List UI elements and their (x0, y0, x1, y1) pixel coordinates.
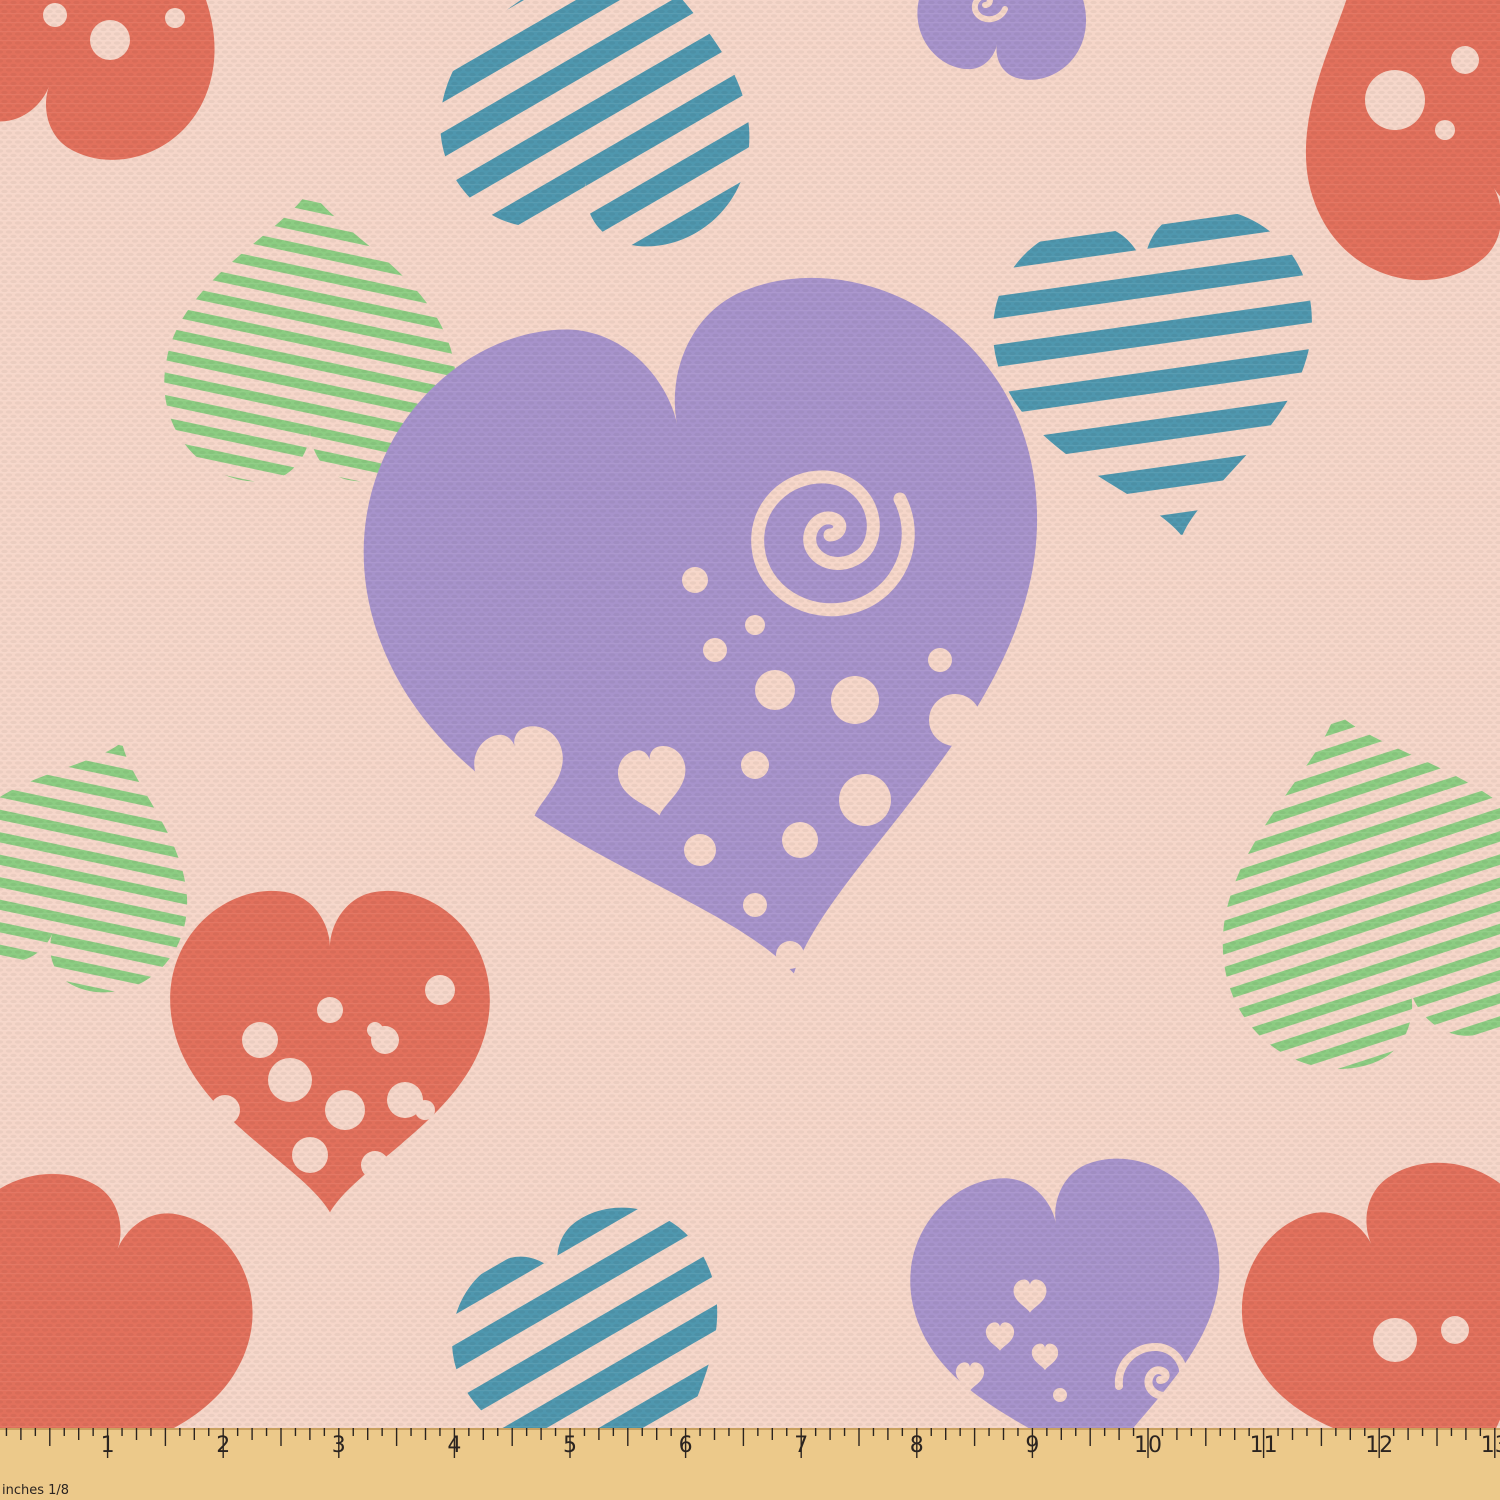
ruler-number: 2 (216, 1433, 230, 1458)
ruler-number: 12 (1365, 1433, 1393, 1458)
ruler-number: 4 (447, 1433, 461, 1458)
ruler-number: 13 (1481, 1433, 1500, 1458)
ruler-number: 10 (1134, 1433, 1162, 1458)
ruler-number: 3 (332, 1433, 346, 1458)
fabric-swatch (0, 0, 1500, 1428)
ruler-number: 8 (910, 1433, 924, 1458)
ruler-number: 1 (101, 1433, 115, 1458)
ruler-number: 5 (563, 1433, 577, 1458)
product-image: 12345678910111213 inches 1/8 (0, 0, 1500, 1500)
ruler-number: 9 (1025, 1433, 1039, 1458)
ruler-unit-label: inches 1/8 (2, 1483, 69, 1498)
measuring-ruler: 12345678910111213 inches 1/8 (0, 1428, 1500, 1500)
ruler-number: 7 (794, 1433, 808, 1458)
ruler-number: 6 (679, 1433, 693, 1458)
ruler-number: 11 (1250, 1433, 1278, 1458)
